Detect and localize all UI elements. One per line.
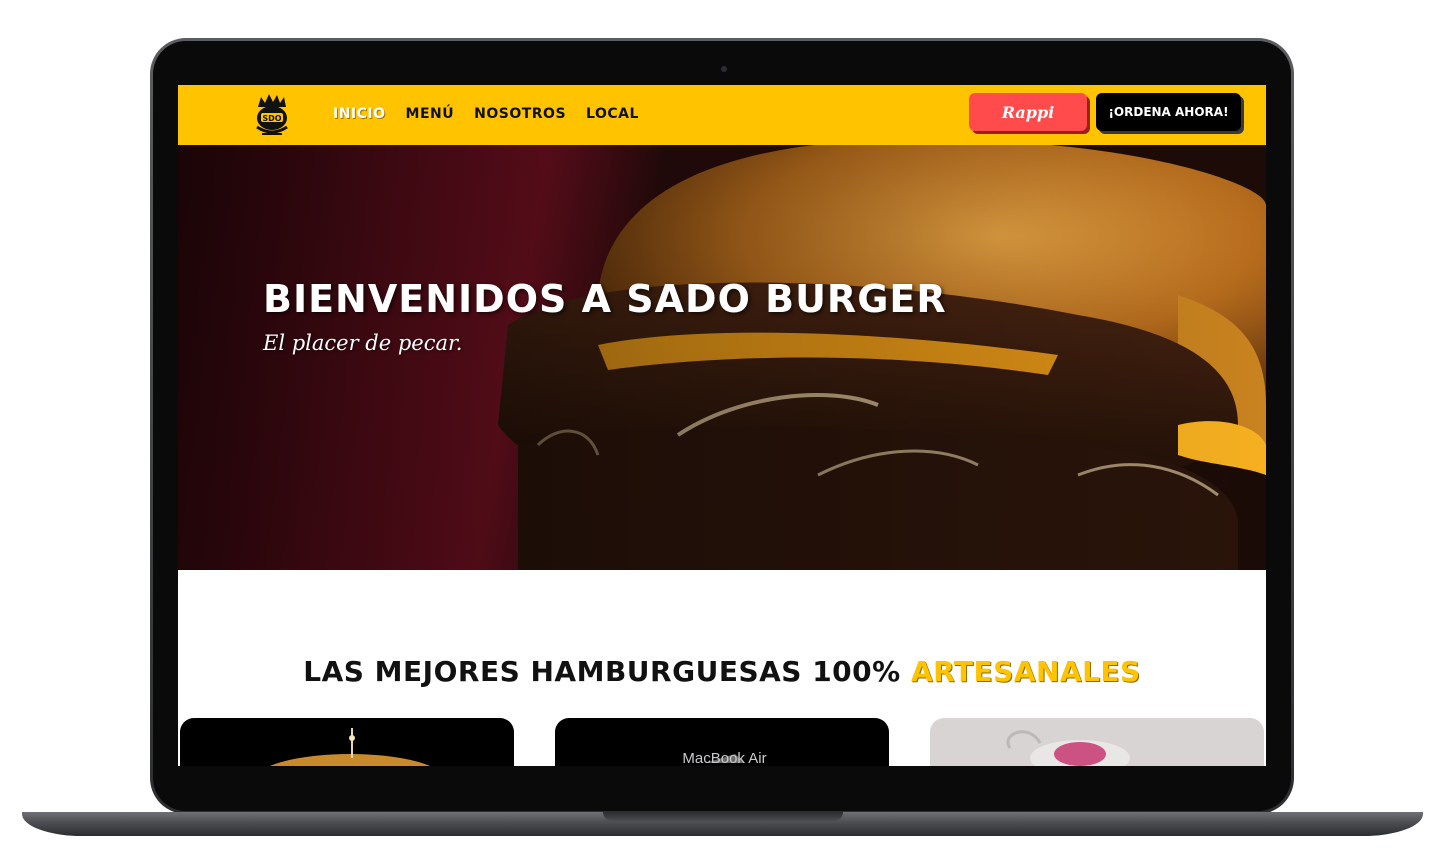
screen-bezel: SDO INICIO MENÚ NOSOTROS LOCAL Rappi ¡OR… xyxy=(153,41,1291,811)
menu-item-inicio[interactable]: INICIO xyxy=(333,106,386,122)
website-screen: SDO INICIO MENÚ NOSOTROS LOCAL Rappi ¡OR… xyxy=(178,85,1266,766)
featured-section: LAS MEJORES HAMBURGUESAS 100% ARTESANALE… xyxy=(178,570,1266,766)
laptop-mockup: SDO INICIO MENÚ NOSOTROS LOCAL Rappi ¡OR… xyxy=(0,0,1449,862)
device-label: MacBook Air xyxy=(682,750,767,767)
camera-icon xyxy=(721,66,727,72)
burger-photo xyxy=(178,145,1266,570)
section-title: LAS MEJORES HAMBURGUESAS 100% ARTESANALE… xyxy=(178,655,1266,688)
menu-item-nosotros[interactable]: NOSOTROS xyxy=(474,106,566,122)
hero-title: BIENVENIDOS A SADO BURGER xyxy=(263,277,947,321)
rappi-button[interactable]: Rappi xyxy=(969,93,1087,131)
main-menu: INICIO MENÚ NOSOTROS LOCAL xyxy=(333,106,639,122)
section-title-prefix: LAS MEJORES HAMBURGUESAS 100% xyxy=(303,655,901,688)
hero-subtitle: El placer de pecar. xyxy=(263,331,463,355)
navbar: SDO INICIO MENÚ NOSOTROS LOCAL Rappi ¡OR… xyxy=(178,85,1266,145)
svg-text:SDO: SDO xyxy=(262,114,281,123)
menu-item-menu[interactable]: MENÚ xyxy=(406,106,455,122)
laptop-base-notch xyxy=(603,812,843,821)
section-title-accent: ARTESANALES xyxy=(910,655,1141,688)
menu-item-local[interactable]: LOCAL xyxy=(586,106,639,122)
sado-burger-logo-icon[interactable]: SDO xyxy=(252,91,292,139)
order-now-button[interactable]: ¡ORDENA AHORA! xyxy=(1096,93,1241,131)
laptop-lid: SDO INICIO MENÚ NOSOTROS LOCAL Rappi ¡OR… xyxy=(150,38,1294,814)
hero-banner: BIENVENIDOS A SADO BURGER El placer de p… xyxy=(178,145,1266,570)
